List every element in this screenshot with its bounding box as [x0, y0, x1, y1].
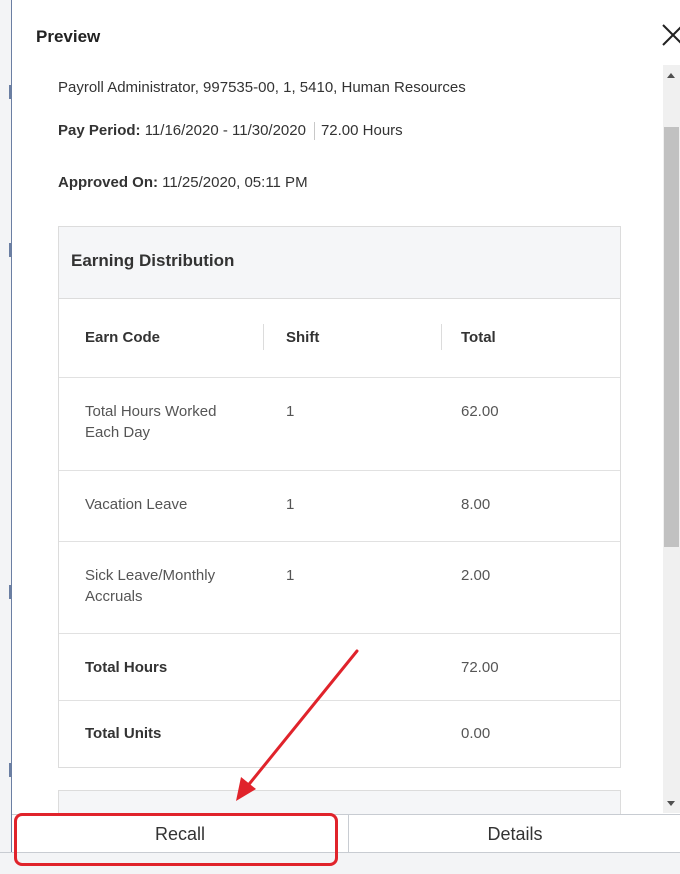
annotation-arrow: [236, 649, 359, 801]
